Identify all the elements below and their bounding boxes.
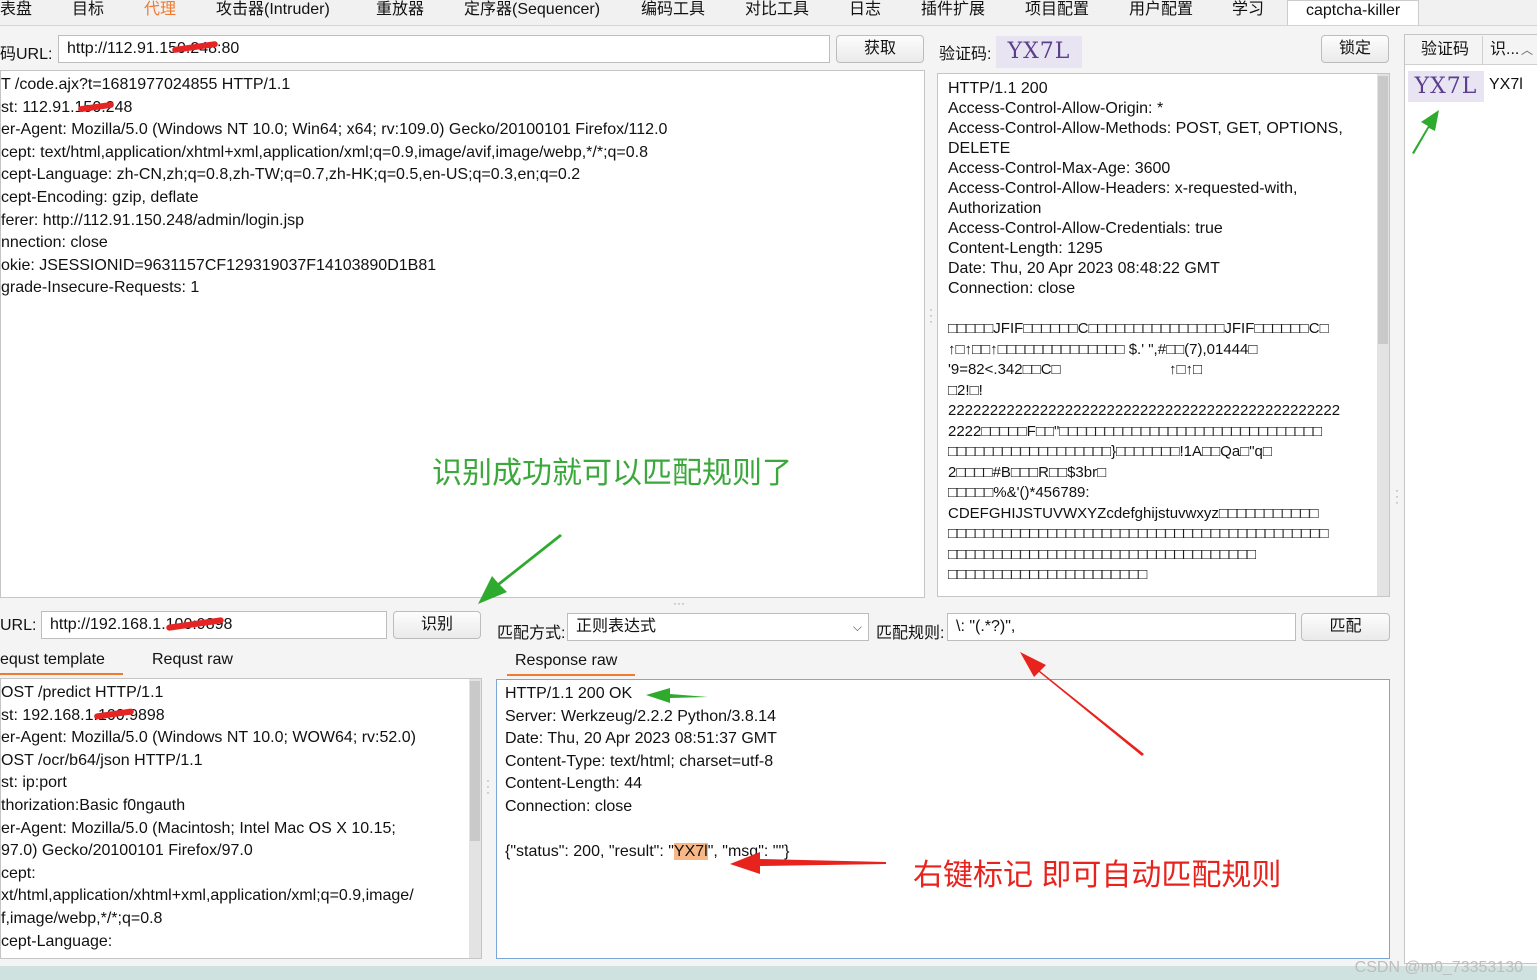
annotation-arrows: [478, 110, 1439, 874]
green-arrow-icon: [478, 534, 562, 604]
status-strip: [0, 966, 1537, 980]
watermark: CSDN @m0_73353130: [1354, 959, 1523, 976]
green-arrow-icon: [646, 688, 708, 703]
red-arrow-icon: [730, 852, 886, 874]
red-arrow-icon: [1020, 652, 1144, 756]
